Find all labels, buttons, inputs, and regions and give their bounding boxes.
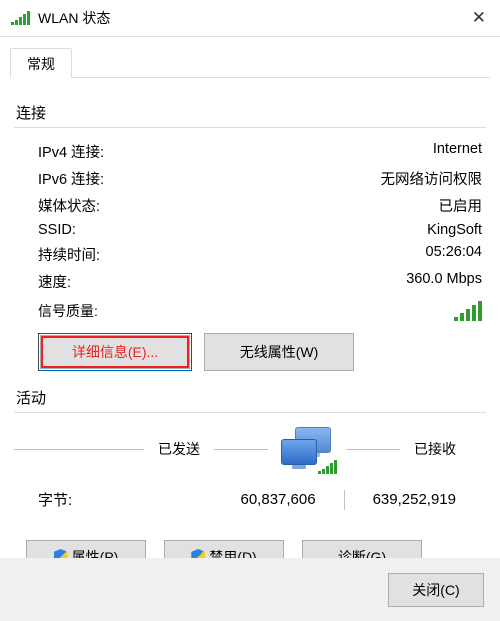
activity-header: 已发送 已接收: [10, 423, 490, 475]
row-ipv4: IPv4 连接: Internet: [10, 138, 490, 165]
signal-bars-icon: [317, 460, 337, 474]
tab-general[interactable]: 常规: [10, 48, 72, 78]
wifi-icon: [10, 11, 30, 25]
divider: [14, 412, 486, 413]
divider: [214, 449, 268, 450]
ssid-label: SSID:: [38, 222, 76, 238]
ipv6-value: 无网络访问权限: [381, 168, 483, 189]
row-ssid: SSID: KingSoft: [10, 219, 490, 241]
ssid-value: KingSoft: [427, 222, 482, 238]
ipv4-label: IPv4 连接:: [38, 141, 104, 162]
ipv6-label: IPv6 连接:: [38, 168, 104, 189]
tab-panel: 连接 IPv4 连接: Internet IPv6 连接: 无网络访问权限 媒体…: [10, 88, 490, 588]
sent-label: 已发送: [158, 439, 200, 459]
bytes-received-value: 639,252,919: [373, 491, 456, 508]
media-value: 已启用: [439, 195, 483, 216]
row-media: 媒体状态: 已启用: [10, 192, 490, 219]
divider: [14, 127, 486, 128]
row-duration: 持续时间: 05:26:04: [10, 241, 490, 268]
signal-bars-icon: [452, 301, 482, 321]
row-signal: 信号质量:: [10, 295, 490, 323]
details-button-focus: 详细信息(E)...: [38, 333, 192, 371]
divider: [344, 490, 345, 510]
footer: 关闭(C): [0, 558, 500, 621]
close-button[interactable]: 关闭(C): [388, 573, 484, 607]
ipv4-value: Internet: [433, 141, 482, 162]
row-ipv6: IPv6 连接: 无网络访问权限: [10, 165, 490, 192]
received-label: 已接收: [414, 439, 456, 459]
row-speed: 速度: 360.0 Mbps: [10, 268, 490, 295]
bytes-row: 字节: 60,837,606 639,252,919: [10, 475, 490, 522]
content-area: 常规 连接 IPv4 连接: Internet IPv6 连接: 无网络访问权限…: [0, 37, 500, 621]
section-activity-label: 活动: [16, 387, 484, 408]
titlebar: WLAN 状态 ✕: [0, 0, 500, 37]
section-connection-label: 连接: [16, 102, 484, 123]
signal-label: 信号质量:: [38, 301, 98, 321]
window-title: WLAN 状态: [38, 8, 472, 28]
divider: [346, 449, 400, 450]
duration-value: 05:26:04: [426, 244, 482, 265]
network-computers-icon: [277, 427, 337, 471]
bytes-sent-value: 60,837,606: [241, 491, 316, 508]
divider: [14, 449, 144, 450]
bytes-label: 字节:: [38, 489, 72, 510]
speed-label: 速度:: [38, 271, 71, 292]
close-icon[interactable]: ✕: [472, 8, 486, 28]
speed-value: 360.0 Mbps: [406, 271, 482, 292]
tab-strip: 常规: [10, 47, 490, 78]
media-label: 媒体状态:: [38, 195, 100, 216]
details-button[interactable]: 详细信息(E)...: [40, 335, 190, 369]
duration-label: 持续时间:: [38, 244, 100, 265]
wireless-properties-button[interactable]: 无线属性(W): [204, 333, 354, 371]
connection-button-row: 详细信息(E)... 无线属性(W): [10, 323, 490, 381]
